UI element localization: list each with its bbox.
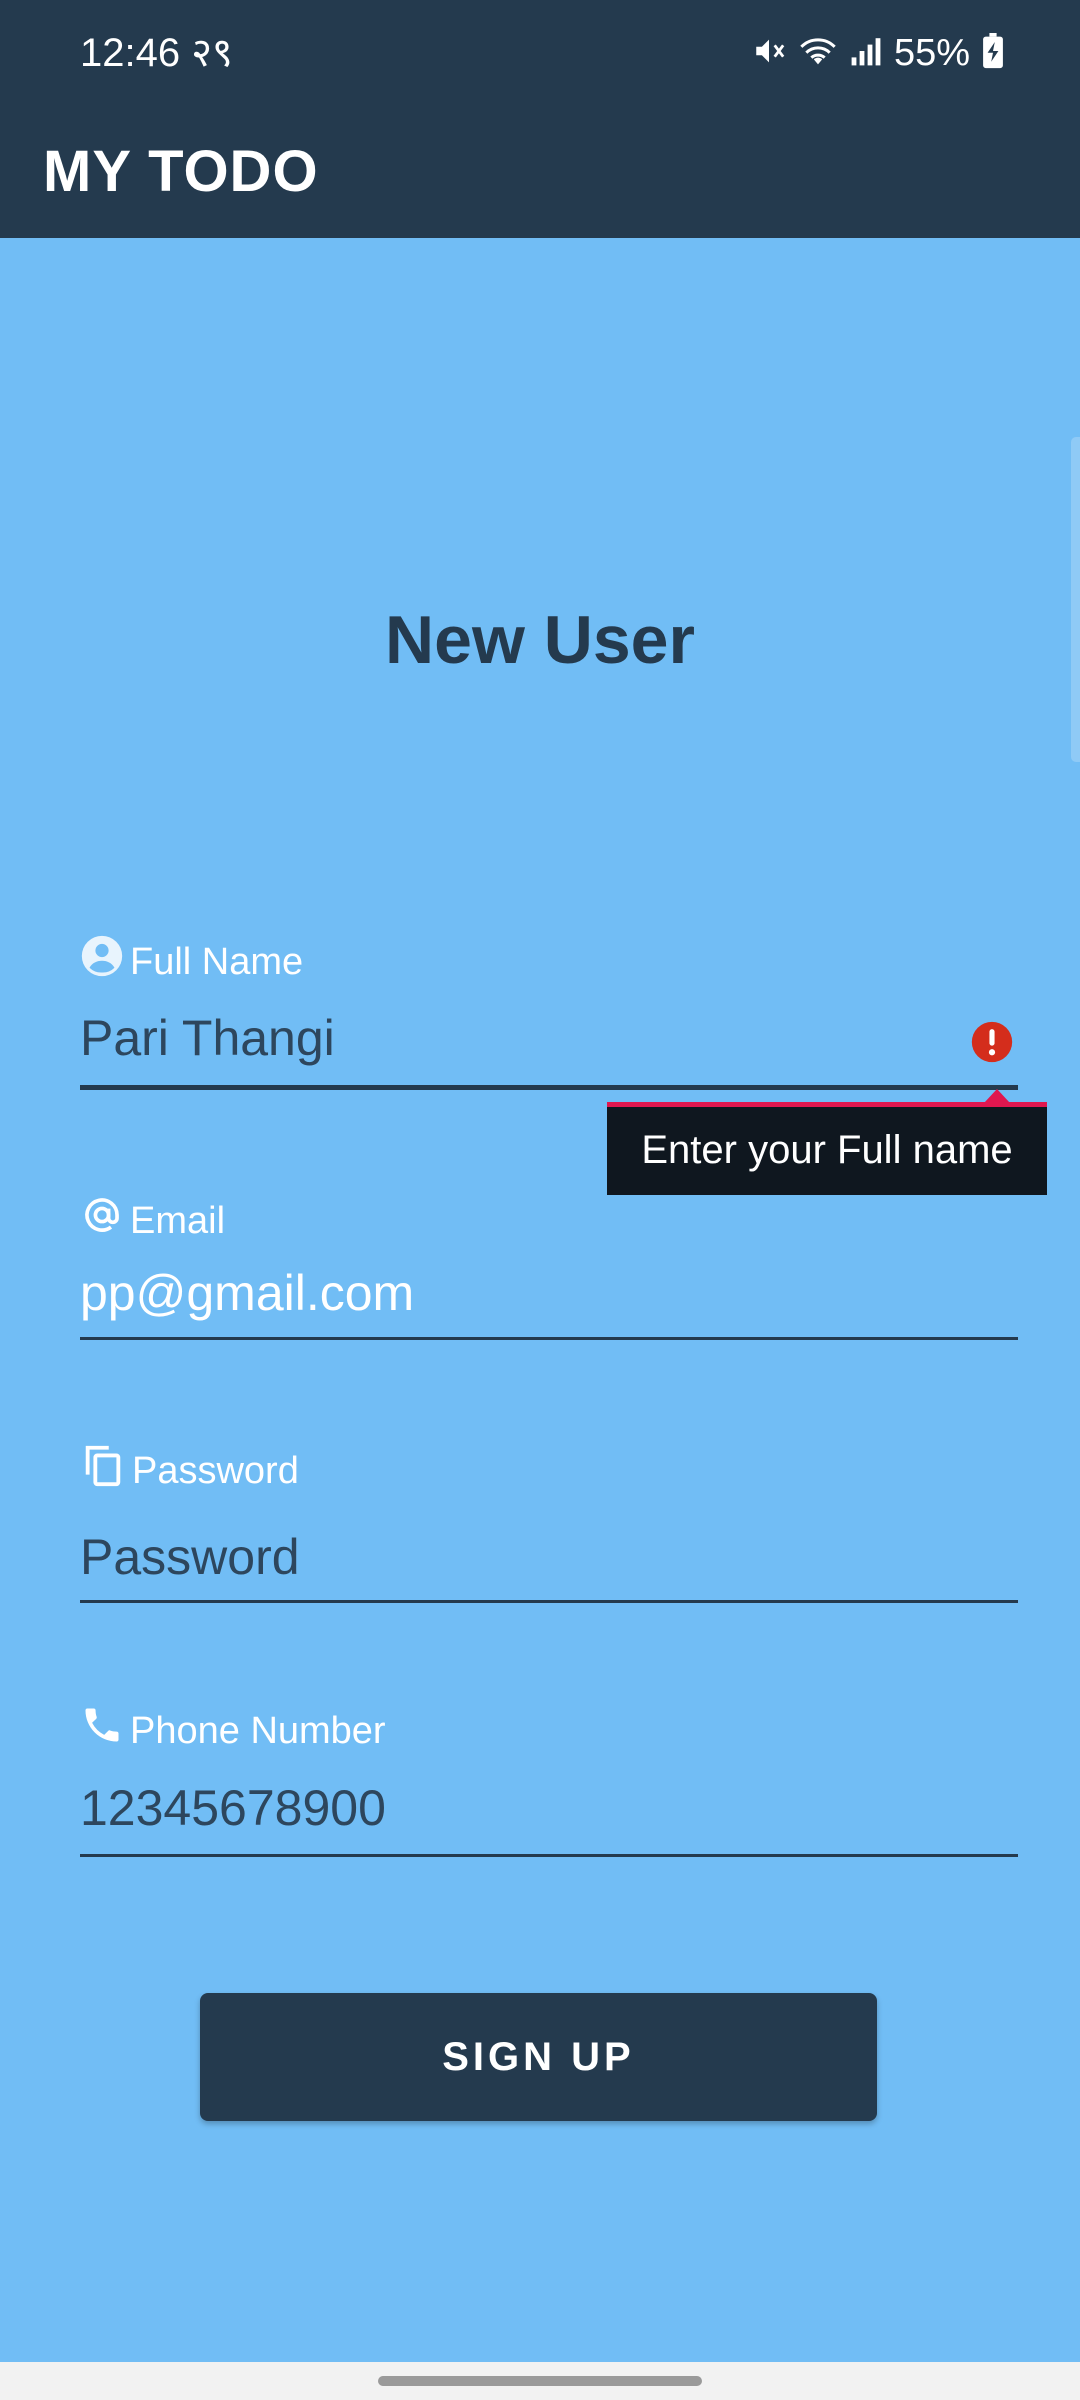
copy-icon (80, 1441, 126, 1500)
battery-charging-icon (982, 32, 1004, 74)
status-time-suffix: २९ (191, 31, 233, 75)
status-time: 12:46 २९ (80, 30, 233, 76)
status-icons: 55% (752, 30, 1004, 76)
navigation-bar (0, 2362, 1080, 2400)
error-tooltip: Enter your Full name (607, 1102, 1047, 1195)
password-label-text: Password (132, 1449, 299, 1492)
mute-icon (752, 34, 786, 73)
sign-up-button[interactable]: SIGN UP (200, 1993, 877, 2121)
home-gesture-handle[interactable] (378, 2376, 702, 2386)
password-label: Password (80, 1441, 1018, 1500)
error-icon (970, 1020, 1014, 1069)
phone-field[interactable]: Phone Number 12345678900 (80, 1703, 1018, 1859)
sign-up-button-label: SIGN UP (442, 2034, 635, 2079)
status-bar: 12:46 २९ 55% (0, 0, 1080, 107)
phone-input[interactable]: 12345678900 (80, 1778, 386, 1838)
password-input[interactable]: Password (80, 1527, 300, 1587)
full-name-label: Full Name (80, 934, 1018, 989)
account-circle-icon (80, 934, 124, 989)
battery-percent: 55% (893, 32, 970, 74)
password-underline (80, 1600, 1018, 1603)
signal-icon (850, 34, 882, 73)
page-title: New User (385, 602, 695, 678)
app-bar: MY TODO (0, 107, 1080, 238)
full-name-input[interactable]: Pari Thangi (80, 1008, 335, 1068)
at-sign-icon (80, 1193, 124, 1248)
full-name-field[interactable]: Full Name Pari Thangi (80, 934, 1018, 1092)
email-label-text: Email (130, 1199, 226, 1242)
app-title: MY TODO (43, 139, 319, 204)
full-name-underline (80, 1085, 1018, 1090)
status-time-value: 12:46 (80, 31, 181, 75)
full-name-label-text: Full Name (130, 940, 304, 983)
tooltip-arrow (984, 1089, 1010, 1103)
password-field[interactable]: Password Password (80, 1441, 1018, 1603)
wifi-icon (798, 34, 838, 73)
phone-label-text: Phone Number (130, 1709, 386, 1752)
phone-icon (80, 1703, 124, 1758)
email-field[interactable]: Email pp@gmail.com (80, 1193, 1018, 1341)
email-input[interactable]: pp@gmail.com (80, 1263, 414, 1323)
email-underline (80, 1337, 1018, 1340)
email-label: Email (80, 1193, 1018, 1248)
phone-underline (80, 1854, 1018, 1857)
phone-label: Phone Number (80, 1703, 1018, 1758)
